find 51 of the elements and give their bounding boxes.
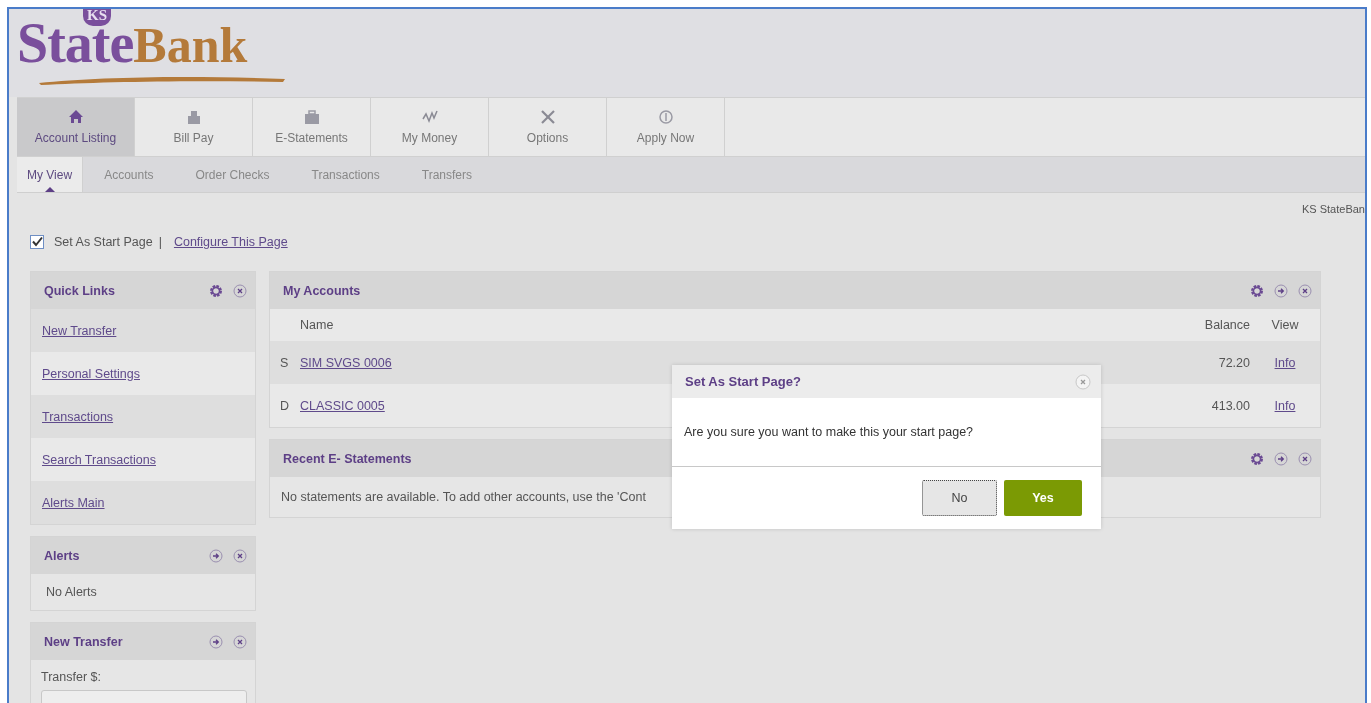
- yes-button[interactable]: Yes: [1004, 480, 1082, 516]
- account-link[interactable]: SIM SVGS 0006: [300, 356, 392, 370]
- separator-text: |: [158, 234, 162, 249]
- zigzag-chart-icon: [421, 109, 438, 125]
- quick-link[interactable]: Alerts Main: [42, 495, 105, 510]
- panel-title: Alerts: [44, 548, 80, 563]
- close-icon[interactable]: [233, 634, 247, 649]
- quick-link[interactable]: Personal Settings: [42, 366, 140, 381]
- sub-tab[interactable]: My View: [17, 157, 84, 192]
- balance-cell-text: 72.20: [1217, 355, 1250, 370]
- panel-title: Quick Links: [44, 283, 115, 298]
- alerts-message: No Alerts: [46, 585, 97, 599]
- briefcase-icon: [303, 109, 320, 125]
- quick-link[interactable]: Search Transactions: [42, 452, 156, 467]
- arrow-circle-icon[interactable]: [1274, 451, 1288, 466]
- settings-icon[interactable]: [209, 283, 223, 298]
- quick-link[interactable]: Transactions: [42, 409, 114, 424]
- quick-link[interactable]: New Transfer: [42, 323, 117, 338]
- close-icon[interactable]: [1298, 451, 1312, 466]
- settings-icon[interactable]: [1250, 451, 1264, 466]
- info-link[interactable]: Info: [1274, 356, 1296, 370]
- home-icon: [67, 109, 84, 125]
- column-header: View: [1270, 318, 1300, 332]
- account-type: S: [279, 355, 290, 370]
- arrow-circle-icon[interactable]: [209, 548, 223, 563]
- panel-title: My Accounts: [283, 283, 361, 298]
- brand-text: KS StateBan: [1302, 203, 1365, 215]
- close-icon[interactable]: [233, 548, 247, 563]
- account-link[interactable]: CLASSIC 0005: [300, 399, 385, 413]
- configure-link[interactable]: Configure This Page: [173, 234, 288, 249]
- statements-message: No statements are available. To add other accounts, use the 'Cont: [281, 490, 646, 504]
- arrow-circle-icon[interactable]: [209, 634, 223, 649]
- dialog-title: Set As Start Page?: [685, 374, 801, 389]
- checkbox[interactable]: [30, 234, 44, 249]
- dialog-message: Are you sure you want to make this your start page?: [684, 425, 974, 439]
- info-link[interactable]: Info: [1274, 399, 1296, 413]
- nav-tab[interactable]: Account Listing: [17, 98, 135, 156]
- close-icon[interactable]: [233, 283, 247, 298]
- column-header: Name: [300, 318, 335, 332]
- column-header: Balance: [1203, 318, 1250, 332]
- settings-icon[interactable]: [1250, 283, 1264, 298]
- checkbox-label: Set As Start Page: [54, 234, 153, 249]
- balance-cell-text: 413.00: [1210, 398, 1250, 413]
- field-label: Transfer $:: [41, 670, 101, 684]
- panel-title: Recent E- Statements: [283, 451, 412, 466]
- close-icon[interactable]: [1075, 373, 1091, 390]
- account-type: D: [279, 398, 291, 413]
- close-icon[interactable]: [1298, 283, 1312, 298]
- arrow-circle-icon[interactable]: [1274, 283, 1288, 298]
- panel-title: New Transfer: [44, 634, 123, 649]
- no-button[interactable]: No: [922, 480, 997, 516]
